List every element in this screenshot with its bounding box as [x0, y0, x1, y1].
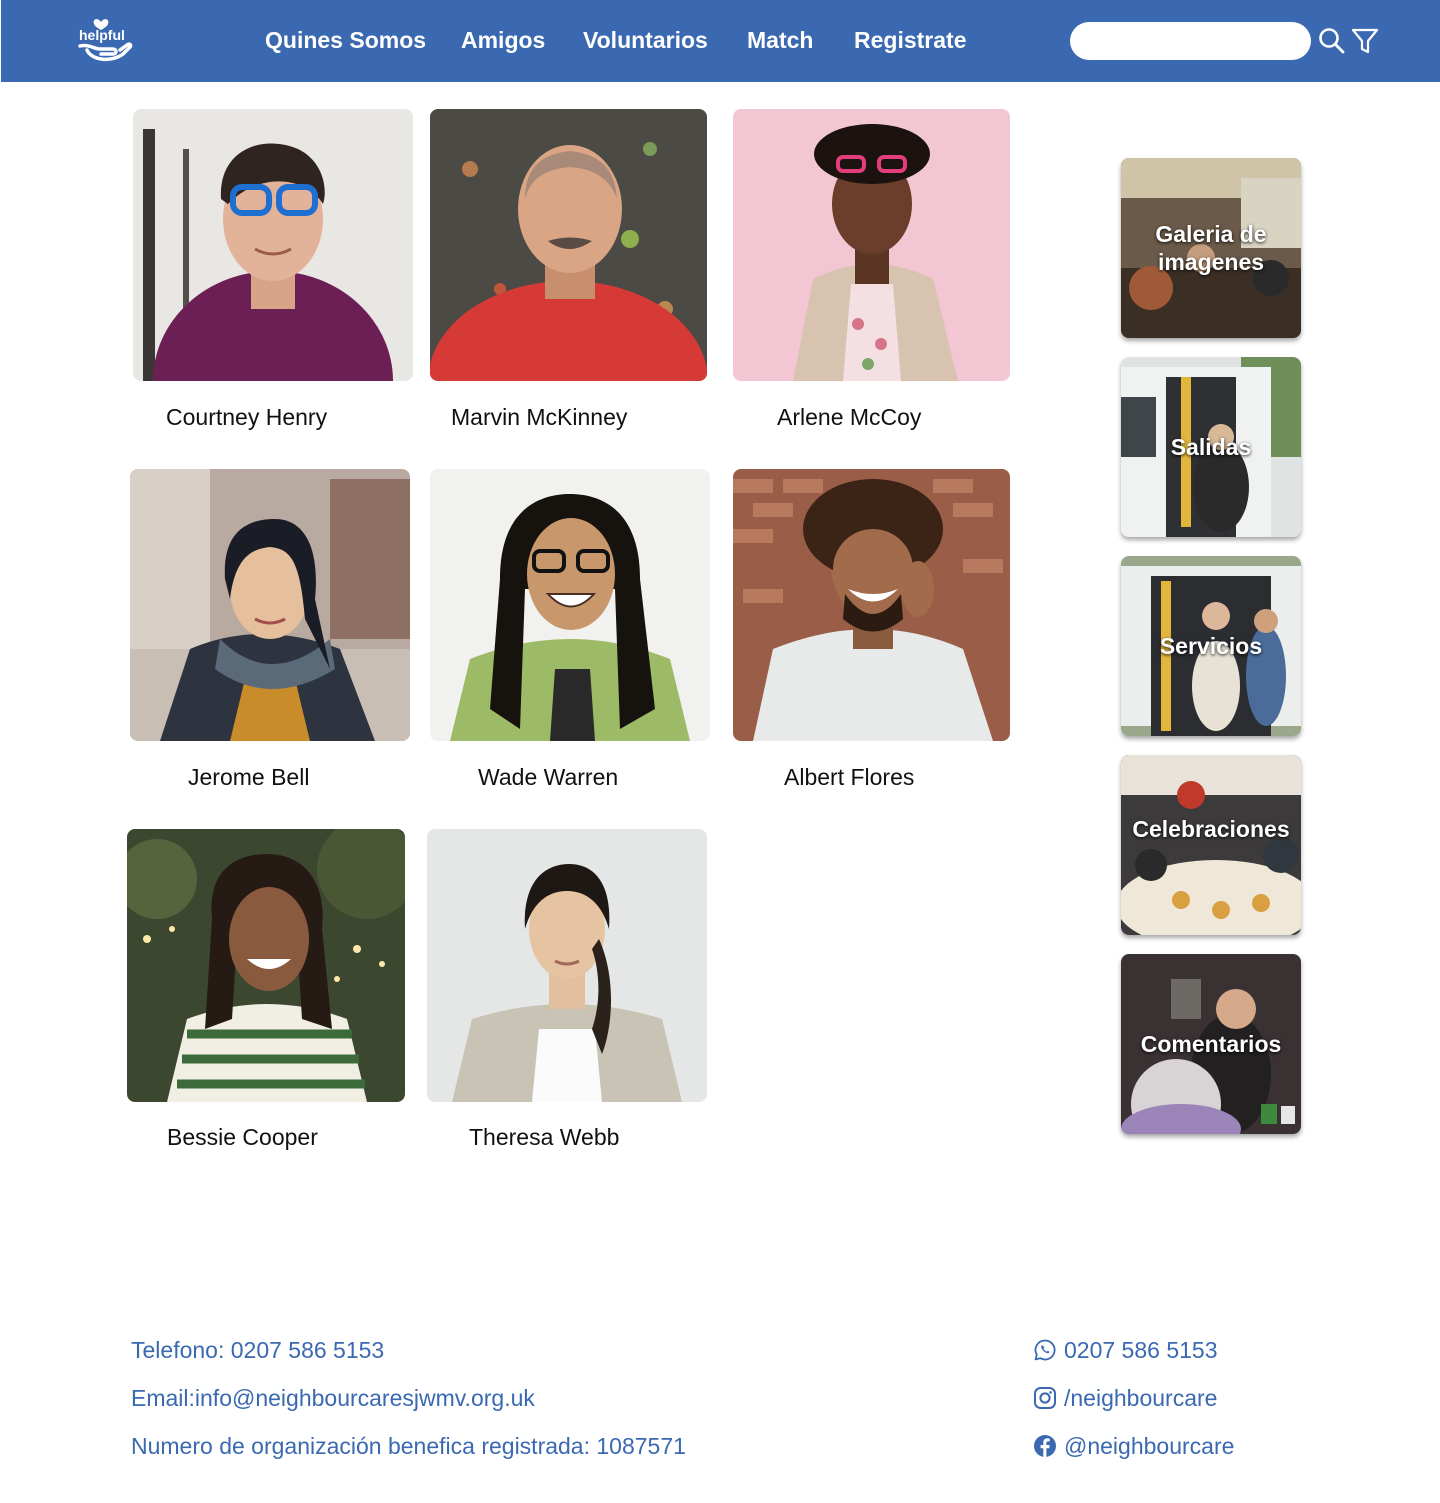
instagram-icon[interactable] [1033, 1386, 1057, 1410]
top-navigation-bar: helpful Quines Somos Amigos Voluntarios … [1, 0, 1440, 82]
person-photo [430, 469, 710, 741]
person-photo [130, 469, 410, 741]
nav-item-registrate[interactable]: Registrate [854, 27, 966, 54]
nav-item-quines-somos[interactable]: Quines Somos [265, 27, 426, 54]
footer-email[interactable]: Email:info@neighbourcaresjwmv.org.uk [131, 1385, 535, 1412]
search-icon[interactable] [1317, 26, 1347, 56]
side-tile-servicios[interactable]: Servicios [1121, 556, 1301, 736]
person-name: Marvin McKinney [451, 404, 628, 430]
tile-label: Comentarios [1140, 1031, 1282, 1057]
nav-item-voluntarios[interactable]: Voluntarios [583, 27, 708, 54]
search-input[interactable] [1070, 22, 1311, 60]
person-name: Theresa Webb [469, 1124, 620, 1150]
footer-facebook[interactable]: @neighbourcare [1064, 1433, 1234, 1460]
tile-photo [1121, 755, 1301, 935]
footer-instagram[interactable]: /neighbourcare [1064, 1385, 1217, 1412]
nav-item-amigos[interactable]: Amigos [461, 27, 545, 54]
tile-label: Celebraciones [1132, 816, 1290, 842]
person-name: Albert Flores [784, 764, 915, 790]
person-name: Bessie Cooper [167, 1124, 318, 1150]
facebook-icon[interactable] [1033, 1434, 1057, 1458]
person-photo [733, 469, 1010, 741]
tile-label: Galeria de imagenes [1155, 221, 1267, 275]
person-photo [427, 829, 707, 1102]
whatsapp-icon[interactable] [1033, 1338, 1057, 1362]
filter-icon[interactable] [1350, 26, 1380, 56]
tile-label: Salidas [1170, 434, 1252, 460]
side-tile-galeria-de-imagenes[interactable]: Galeria de imagenes [1121, 158, 1301, 338]
side-tile-comentarios[interactable]: Comentarios [1121, 954, 1301, 1134]
person-name: Courtney Henry [166, 404, 328, 430]
person-photo [430, 109, 707, 381]
side-tile-celebraciones[interactable]: Celebraciones [1121, 755, 1301, 935]
person-photo [133, 109, 413, 381]
logo-text: helpful [79, 27, 125, 43]
footer-charity-number: Numero de organización benefica registra… [131, 1433, 686, 1459]
person-name: Arlene McCoy [777, 404, 922, 430]
helpful-logo[interactable]: helpful [77, 16, 133, 64]
side-tile-salidas[interactable]: Salidas [1121, 357, 1301, 537]
footer-phone[interactable]: Telefono: 0207 586 5153 [131, 1337, 384, 1364]
person-name: Wade Warren [478, 764, 619, 790]
footer-whatsapp[interactable]: 0207 586 5153 [1064, 1337, 1218, 1364]
tile-label: Servicios [1159, 633, 1263, 659]
person-photo [127, 829, 405, 1102]
person-photo [733, 109, 1010, 381]
nav-item-match[interactable]: Match [747, 27, 813, 54]
person-name: Jerome Bell [188, 764, 310, 790]
